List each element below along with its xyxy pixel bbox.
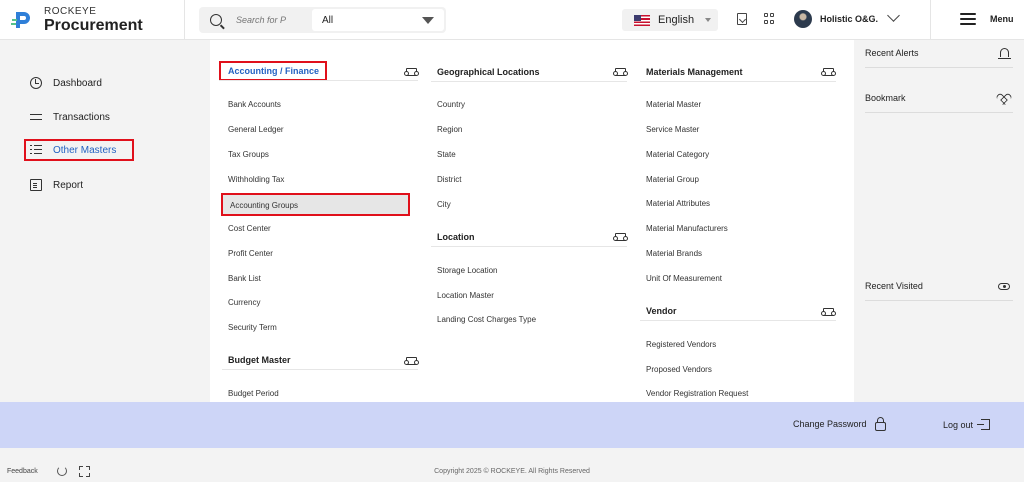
sidebar-item-transactions[interactable]: Transactions (24, 106, 110, 128)
menu-item-material-master[interactable]: Material Master (646, 100, 701, 109)
menu-item-general-ledger[interactable]: General Ledger (228, 125, 284, 134)
app-logo[interactable]: ROCKEYE Procurement (10, 6, 143, 34)
menu-item-label: Accounting Groups (230, 201, 299, 210)
logout-link[interactable]: Log out (943, 419, 991, 430)
ticket-icon (404, 357, 419, 365)
header-divider (930, 0, 931, 40)
menu-heading-geo: Geographical Locations (431, 62, 627, 82)
avatar[interactable] (794, 10, 812, 28)
menu-item-material-category[interactable]: Material Category (646, 150, 709, 159)
us-flag-icon (634, 14, 650, 26)
top-header: ROCKEYE Procurement All English Holistic… (0, 0, 1024, 40)
search-input[interactable] (236, 15, 296, 25)
search-bar: All (199, 7, 446, 33)
user-name[interactable]: Holistic O&G. (820, 14, 878, 24)
menu-item-unit-of-measurement[interactable]: Unit Of Measurement (646, 274, 722, 283)
apps-grid-icon[interactable] (764, 13, 775, 24)
menu-heading-location: Location (431, 227, 627, 247)
caret-down-icon (705, 18, 711, 22)
recent-visited[interactable]: Recent Visited (865, 273, 1013, 301)
menu-item-location-master[interactable]: Location Master (437, 291, 494, 300)
sidebar: Dashboard Transactions Other Masters Rep… (0, 40, 210, 402)
menu-item-district[interactable]: District (437, 175, 461, 184)
recent-alerts[interactable]: Recent Alerts (865, 40, 1013, 68)
report-icon (30, 179, 42, 191)
menu-label[interactable]: Menu (990, 14, 1014, 24)
search-icon[interactable] (210, 14, 222, 26)
menu-item-tax-groups[interactable]: Tax Groups (228, 150, 269, 159)
menu-item-security-term[interactable]: Security Term (228, 323, 277, 332)
menu-item-city[interactable]: City (437, 200, 451, 209)
sidebar-item-other-masters[interactable]: Other Masters (24, 139, 134, 161)
account-footer-bar: Change Password Log out (0, 402, 1024, 448)
brand-main: Procurement (44, 17, 143, 34)
page-footer: Feedback Copyright 2025 © ROCKEYE. All R… (0, 448, 1024, 482)
right-panel: Recent Alerts Bookmark Recent Visited (854, 40, 1024, 402)
rockeye-logo-icon (10, 8, 34, 32)
menu-item-material-group[interactable]: Material Group (646, 175, 699, 184)
menu-item-cost-center[interactable]: Cost Center (228, 224, 271, 233)
sidebar-item-label: Transactions (53, 111, 110, 123)
menu-item-currency[interactable]: Currency (228, 298, 260, 307)
ticket-icon (404, 68, 419, 76)
sidebar-item-label: Dashboard (53, 77, 102, 89)
bookmark[interactable]: Bookmark (865, 85, 1013, 113)
divider (219, 80, 418, 81)
menu-item-material-attributes[interactable]: Material Attributes (646, 199, 710, 208)
menu-item-proposed-vendors[interactable]: Proposed Vendors (646, 365, 712, 374)
dashboard-icon (30, 77, 42, 89)
bookmark-add-icon[interactable] (737, 13, 747, 25)
menu-heading-materials: Materials Management (640, 62, 836, 82)
menu-item-profit-center[interactable]: Profit Center (228, 249, 273, 258)
heart-icon[interactable] (998, 94, 1009, 104)
ticket-icon (613, 233, 628, 241)
bell-icon[interactable] (998, 48, 1011, 59)
menu-heading-budget: Budget Master (222, 350, 418, 370)
ticket-icon (613, 68, 628, 76)
ticket-icon (821, 308, 836, 316)
logout-icon (977, 419, 991, 430)
header-divider (184, 0, 185, 40)
chevron-down-icon[interactable] (887, 9, 900, 22)
search-scope-value: All (322, 14, 334, 26)
ticket-icon (821, 68, 836, 76)
menu-heading-vendor: Vendor (640, 301, 836, 321)
language-value: English (658, 14, 695, 26)
brand-sub: ROCKEYE (44, 6, 97, 17)
other-masters-menu: Accounting / Finance Bank Accounts Gener… (210, 40, 854, 402)
menu-item-accounting-groups[interactable]: Accounting Groups (221, 193, 410, 216)
menu-item-registered-vendors[interactable]: Registered Vendors (646, 340, 716, 349)
sidebar-item-label: Report (53, 179, 84, 191)
change-password-link[interactable]: Change Password (793, 416, 886, 431)
sidebar-item-label: Other Masters (53, 144, 117, 156)
menu-item-bank-list[interactable]: Bank List (228, 274, 261, 283)
list-icon (30, 144, 42, 156)
menu-item-material-brands[interactable]: Material Brands (646, 249, 702, 258)
menu-item-service-master[interactable]: Service Master (646, 125, 699, 134)
menu-item-budget-period[interactable]: Budget Period (228, 389, 279, 398)
sidebar-item-dashboard[interactable]: Dashboard (24, 72, 102, 94)
menu-heading-accounting[interactable]: Accounting / Finance (219, 61, 327, 81)
copyright-text: Copyright 2025 © ROCKEYE. All Rights Res… (434, 468, 590, 475)
menu-item-bank-accounts[interactable]: Bank Accounts (228, 100, 281, 109)
menu-item-storage-location[interactable]: Storage Location (437, 266, 498, 275)
caret-down-icon (422, 17, 434, 24)
language-selector[interactable]: English (622, 9, 718, 31)
transactions-icon (30, 111, 42, 123)
hamburger-menu-icon[interactable] (960, 13, 976, 25)
menu-item-material-manufacturers[interactable]: Material Manufacturers (646, 224, 728, 233)
lock-icon (874, 416, 886, 431)
menu-item-withholding-tax[interactable]: Withholding Tax (228, 175, 284, 184)
menu-item-country[interactable]: Country (437, 100, 465, 109)
menu-item-state[interactable]: State (437, 150, 456, 159)
menu-item-landing-cost-charges-type[interactable]: Landing Cost Charges Type (437, 315, 536, 324)
menu-item-vendor-registration-request[interactable]: Vendor Registration Request (646, 389, 748, 398)
sidebar-item-report[interactable]: Report (24, 174, 83, 196)
eye-icon[interactable] (998, 283, 1010, 290)
menu-item-region[interactable]: Region (437, 125, 462, 134)
search-scope-select[interactable]: All (312, 9, 444, 31)
